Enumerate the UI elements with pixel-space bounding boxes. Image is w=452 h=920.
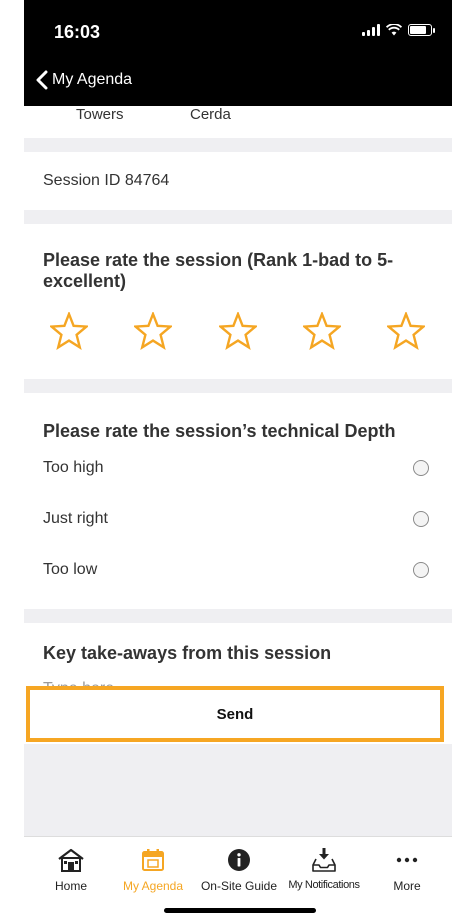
tab-label: More [393,879,421,893]
battery-icon [408,24,435,36]
star-icon[interactable] [387,312,425,350]
option-label: Too high [43,458,104,476]
tab-label: Home [54,879,87,893]
back-button[interactable]: My Agenda [36,70,132,90]
star-icon[interactable] [134,312,173,350]
radio-button[interactable] [413,459,429,476]
option-too-high[interactable]: Too high [43,442,433,493]
option-too-low[interactable]: Too low [43,544,433,595]
star-icon[interactable] [218,312,257,350]
empty-area [24,744,452,836]
option-just-right[interactable]: Just right [43,493,433,544]
tab-label: My Agenda [122,879,184,893]
rating-question: Please rate the session (Rank 1-bad to 5… [43,250,394,291]
star-icon[interactable] [302,312,341,350]
info-icon [228,849,250,871]
header-bar: 16:03 My Agenda [24,0,452,106]
tab-my-agenda[interactable]: My Agenda [117,847,189,893]
depth-section: Please rate the session’s technical Dept… [24,393,452,609]
takeaways-question: Key take-aways from this session [43,643,332,663]
chevron-left-icon [36,70,48,90]
back-label: My Agenda [52,71,133,88]
section-divider [24,609,452,623]
send-button[interactable]: Send [26,686,444,742]
rating-section: Please rate the session (Rank 1-bad to 5… [24,224,452,379]
send-area: Send [24,684,452,744]
status-time: 16:03 [54,22,101,42]
tab-label: On-Site Guide [200,879,278,893]
star-icon[interactable] [50,312,88,350]
depth-question: Please rate the session’s technical Dept… [43,421,396,441]
star-rating [43,312,425,350]
tab-label: My Notifications [288,879,360,891]
section-divider [24,379,452,393]
wifi-icon [386,24,402,36]
home-icon [58,848,84,872]
speaker-name: Cerda [190,106,231,123]
tab-home[interactable]: Home [46,847,96,893]
calendar-icon [142,849,164,871]
inbox-download-icon [312,848,336,872]
speaker-names: Towers Cerda [24,106,452,138]
home-indicator [164,908,316,913]
section-divider [24,210,452,224]
tab-more[interactable]: More [384,847,430,893]
option-label: Just right [43,509,108,527]
tab-my-notifications[interactable]: My Notifications [282,847,366,891]
signal-icon [362,24,380,36]
session-id: Session ID 84764 [43,172,170,189]
more-icon [396,857,418,863]
radio-button[interactable] [413,510,429,527]
section-divider [24,138,452,152]
tab-on-site-guide[interactable]: On-Site Guide [198,847,280,893]
speaker-name: Towers [76,106,124,123]
radio-button[interactable] [413,561,429,578]
survey-content: Towers Cerda Session ID 84764 Please rat… [24,106,452,709]
option-label: Too low [43,560,98,578]
status-icons [362,24,435,36]
